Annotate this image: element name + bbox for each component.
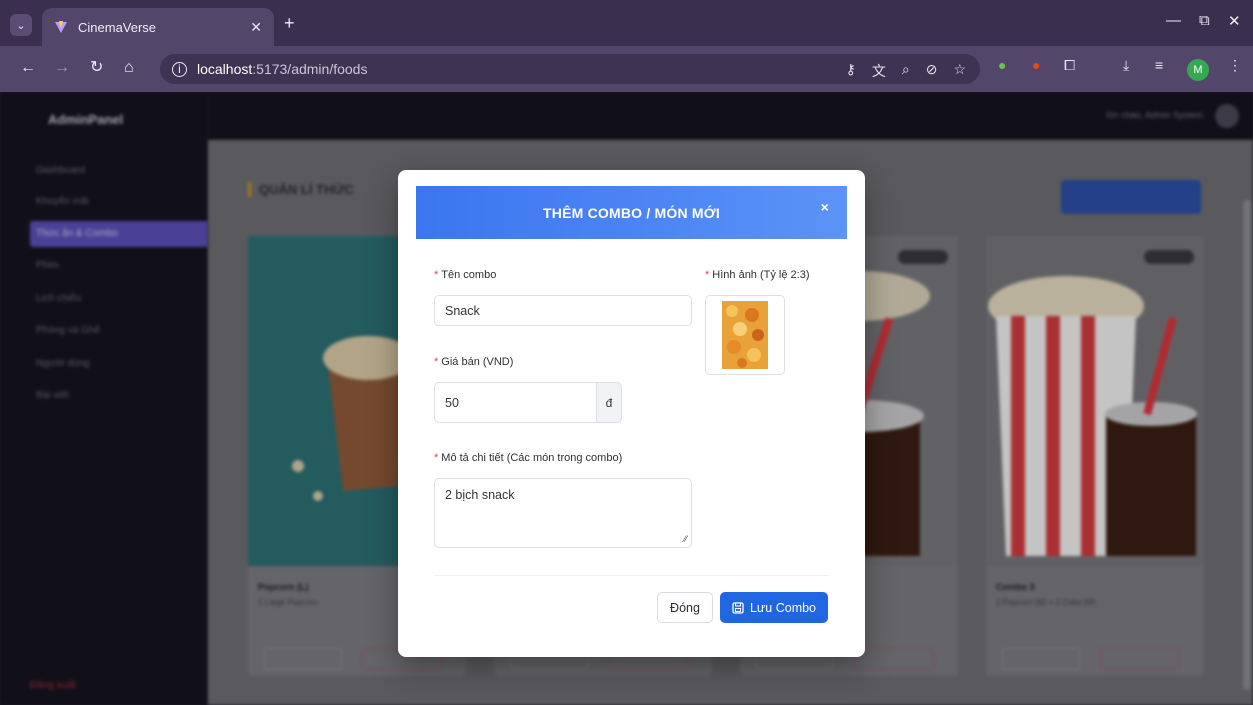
site-info-icon[interactable]: i <box>172 61 187 77</box>
close-button[interactable]: Đóng <box>657 592 713 623</box>
description-text: 2 bịch snack <box>445 488 515 502</box>
currency-suffix: đ <box>596 382 622 423</box>
modal-header: THÊM COMBO / MÓN MỚI × <box>416 186 847 239</box>
home-icon[interactable]: ⌂ <box>124 59 134 77</box>
extension-icon[interactable]: ● <box>998 57 1006 73</box>
password-key-icon[interactable]: ⚷ <box>846 61 856 81</box>
bookmark-star-icon[interactable]: ☆ <box>953 61 966 81</box>
modal-close-icon[interactable]: × <box>821 200 829 214</box>
profile-avatar[interactable]: M <box>1187 59 1209 81</box>
footer-divider <box>434 575 829 576</box>
browser-menu-icon[interactable]: ⋮ <box>1228 57 1242 74</box>
price-label: * Giá bán (VND) <box>434 356 514 368</box>
new-tab-icon[interactable]: + <box>284 14 295 32</box>
extensions-puzzle-icon[interactable]: ⧠ <box>1064 57 1075 74</box>
combo-name-input[interactable]: Snack <box>434 295 692 326</box>
back-icon[interactable]: ← <box>20 59 36 77</box>
browser-toolbar: ← → ↻ ⌂ i localhost:5173/admin/foods ⚷ 文… <box>0 46 1253 92</box>
url-path: :5173/admin/foods <box>252 61 368 77</box>
save-button-label: Lưu Combo <box>749 600 817 615</box>
modal-title: THÊM COMBO / MÓN MỚI <box>543 204 720 221</box>
description-textarea[interactable]: 2 bịch snack ⁄⁄ <box>434 478 692 548</box>
tab-search-chevron-icon[interactable]: ⌄ <box>10 14 32 36</box>
restore-icon[interactable]: ⧉ <box>1199 12 1210 29</box>
extension-red-icon[interactable]: ● <box>1032 57 1040 73</box>
window-close-icon[interactable]: ✕ <box>1228 12 1241 30</box>
snack-thumbnail-image <box>722 301 768 369</box>
download-icon[interactable]: ⤓ <box>1123 57 1129 74</box>
vite-favicon-icon <box>55 21 67 33</box>
combo-name-label: * Tên combo <box>434 269 497 281</box>
save-icon <box>732 601 744 614</box>
zoom-icon[interactable]: ⌕ <box>902 61 910 81</box>
price-input[interactable]: 50 <box>434 382 597 423</box>
forward-icon[interactable]: → <box>54 59 70 77</box>
browser-tab-active[interactable]: CinemaVerse ✕ <box>42 8 274 46</box>
image-label: * Hình ảnh (Tỷ lệ 2:3) <box>705 269 810 281</box>
reload-icon[interactable]: ↻ <box>90 59 103 77</box>
minimize-icon[interactable]: — <box>1166 12 1181 29</box>
browser-tabbar: ⌄ CinemaVerse ✕ + — ⧉ ✕ <box>0 0 1253 46</box>
image-upload-preview[interactable] <box>705 295 785 375</box>
add-combo-modal: THÊM COMBO / MÓN MỚI × * Tên combo Snack … <box>398 170 865 657</box>
reading-list-icon[interactable]: ≡ <box>1155 57 1163 73</box>
tab-close-icon[interactable]: ✕ <box>250 19 262 36</box>
url-host: localhost <box>197 61 253 77</box>
save-combo-button[interactable]: Lưu Combo <box>720 592 828 623</box>
resize-handle-icon[interactable]: ⁄⁄ <box>684 534 687 544</box>
eye-off-icon[interactable]: ⊘ <box>926 61 938 81</box>
address-bar[interactable]: i localhost:5173/admin/foods ⚷ 文 ⌕ ⊘ ☆ <box>160 54 980 84</box>
translate-icon[interactable]: 文 <box>872 61 886 81</box>
tab-title: CinemaVerse <box>78 19 157 35</box>
description-label: * Mô tả chi tiết (Các món trong combo) <box>434 452 623 464</box>
